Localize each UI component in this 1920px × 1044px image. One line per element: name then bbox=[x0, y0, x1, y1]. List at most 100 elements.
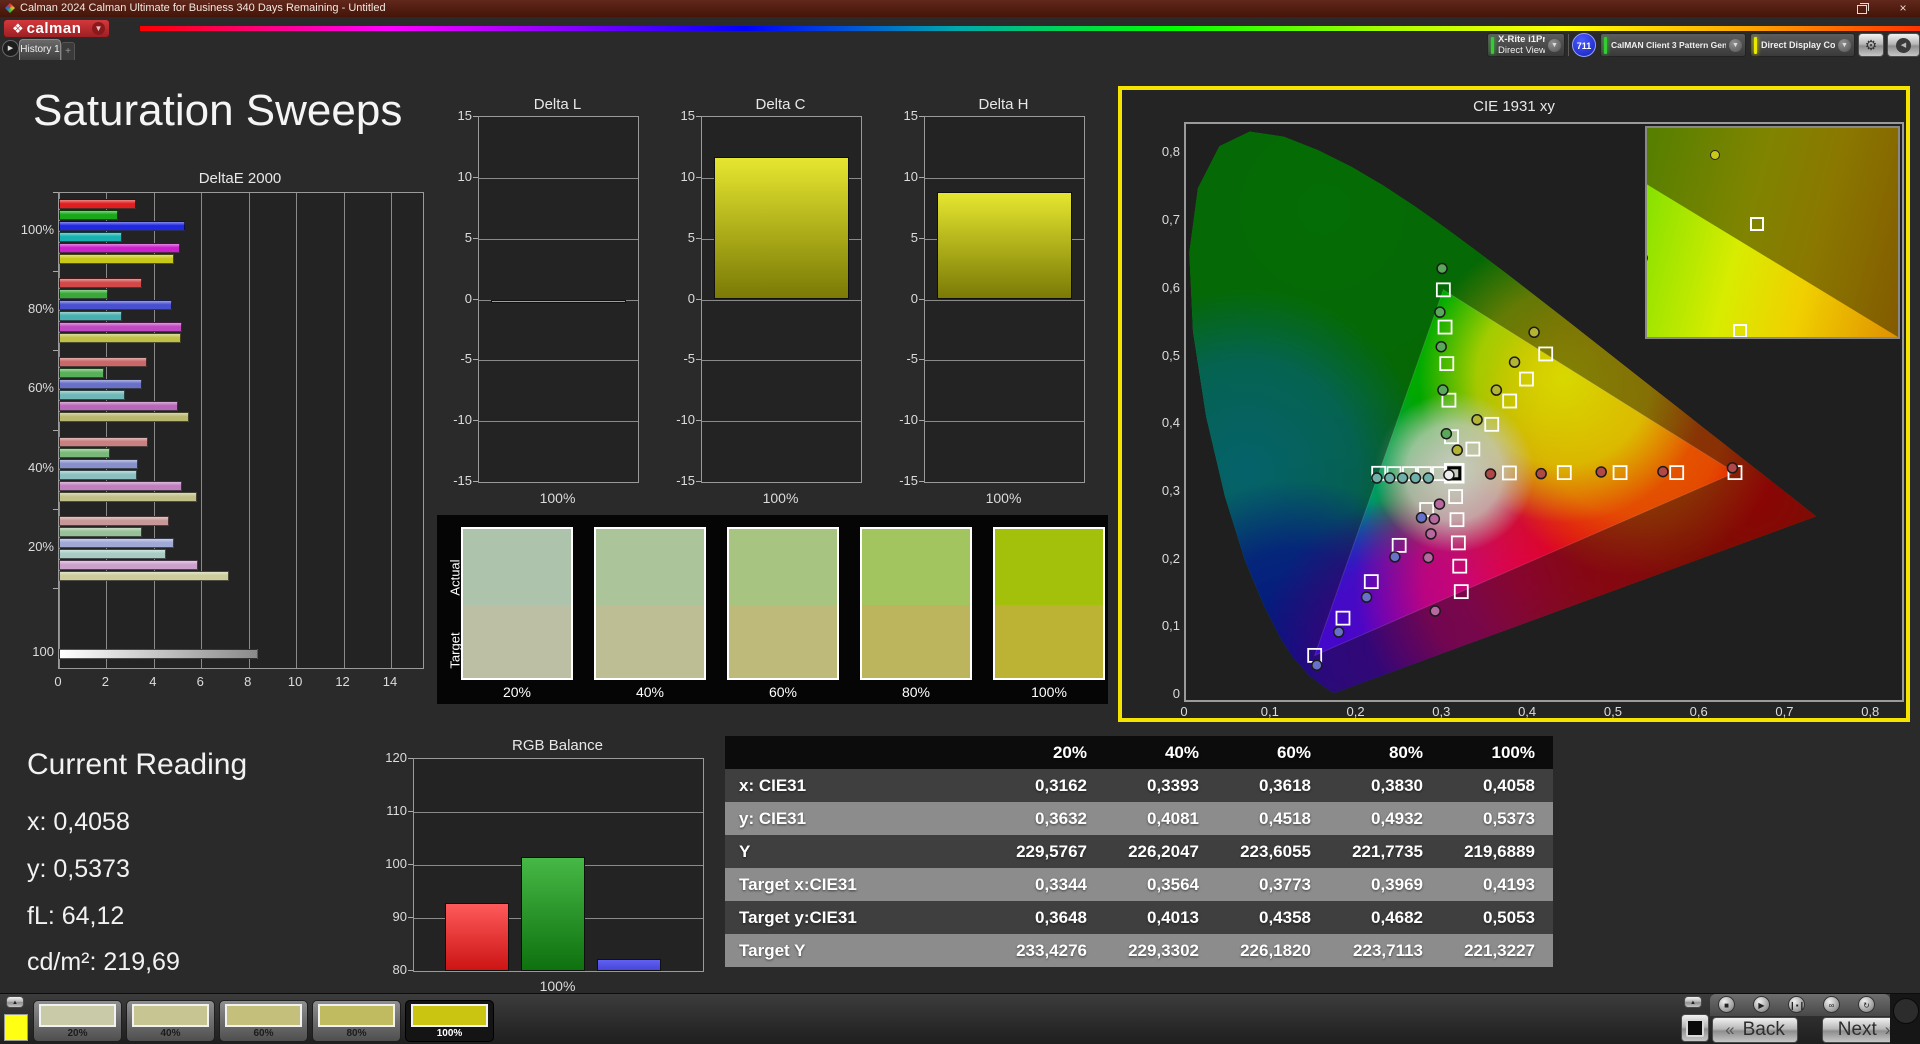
calman-menu-button[interactable]: ❖ calman ▼ bbox=[3, 19, 110, 38]
meter-dropdown[interactable]: X-Rite i1Pro 3 Direct View ▼ bbox=[1487, 33, 1565, 57]
expand-controls-button[interactable]: ▲ bbox=[1684, 996, 1702, 1008]
pattern-patch-100%[interactable]: 100% bbox=[405, 1000, 494, 1042]
swatch-cell bbox=[860, 527, 972, 680]
chevron-down-icon[interactable]: ▼ bbox=[1729, 39, 1742, 52]
tab-scroll-button[interactable]: ▶ bbox=[2, 40, 19, 57]
rgb-bar-green bbox=[521, 857, 585, 971]
rgb-bar-red bbox=[445, 903, 509, 971]
axis-tick bbox=[408, 970, 413, 971]
lch-y-tick: 5 bbox=[884, 230, 918, 245]
pattern-patch-40%[interactable]: 40% bbox=[126, 1000, 215, 1042]
gridline bbox=[925, 239, 1084, 240]
calman-app-window: Calman 2024 Calman Ultimate for Business… bbox=[0, 0, 1920, 1044]
refresh-icon: ↻ bbox=[1863, 1001, 1870, 1010]
patch-swatch bbox=[225, 1004, 302, 1027]
gridline bbox=[925, 300, 1084, 301]
restore-window-button[interactable] bbox=[1849, 1, 1875, 16]
lch-plot-area bbox=[924, 116, 1085, 483]
stop-measure-button[interactable]: ■ bbox=[1718, 996, 1735, 1013]
lch-x-label: 100% bbox=[478, 490, 637, 506]
add-tab-button[interactable]: + bbox=[61, 42, 75, 60]
pattern-patch-80%[interactable]: 80% bbox=[312, 1000, 401, 1042]
deltae-group-label: 20% bbox=[10, 539, 54, 554]
cie-inset-target-square bbox=[1750, 217, 1764, 231]
cie-y-tick: 0 bbox=[1150, 686, 1180, 701]
deltae-bar-magenta bbox=[59, 243, 180, 253]
chevron-down-icon[interactable]: ▼ bbox=[92, 22, 105, 35]
title-bar: Calman 2024 Calman Ultimate for Business… bbox=[0, 0, 1920, 17]
deltae-bar-magenta bbox=[59, 560, 198, 570]
patch-swatch bbox=[132, 1004, 209, 1027]
deltae-x-tick: 4 bbox=[141, 674, 165, 689]
lch-plot-area bbox=[478, 116, 639, 483]
axis-tick bbox=[919, 481, 924, 482]
pattern-patch-20%[interactable]: 20% bbox=[33, 1000, 122, 1042]
deltae-bar-cyan bbox=[59, 311, 122, 321]
table-value-cell: 226,1820 bbox=[1217, 934, 1329, 967]
cie-x-tick: 0,8 bbox=[1854, 704, 1886, 719]
deltae-x-tick: 12 bbox=[331, 674, 355, 689]
rgb-plot-area bbox=[413, 758, 704, 972]
chevron-down-icon[interactable]: ▼ bbox=[1548, 39, 1561, 52]
gridline bbox=[414, 865, 703, 866]
deltae-group-label: 60% bbox=[10, 380, 54, 395]
corner-knob[interactable] bbox=[1893, 998, 1919, 1024]
table-header-80%: 80% bbox=[1329, 736, 1441, 769]
cie-y-tick: 0,7 bbox=[1150, 212, 1180, 227]
deltae-bar-yellow bbox=[59, 333, 181, 343]
table-value-cell: 0,3393 bbox=[1105, 769, 1217, 802]
deltae-bar-red bbox=[59, 357, 147, 367]
saturation-data-table: 20%40%60%80%100%x: CIE310,31620,33930,36… bbox=[725, 736, 1553, 967]
gridline bbox=[106, 193, 107, 668]
pattern-patch-60%[interactable]: 60% bbox=[219, 1000, 308, 1042]
stop-pattern-button[interactable] bbox=[1681, 1014, 1709, 1042]
play-measure-button[interactable]: ▶ bbox=[1753, 996, 1770, 1013]
single-measure-button[interactable]: ❙▪❙ bbox=[1788, 996, 1805, 1013]
inset-gamut-shade bbox=[1647, 128, 1898, 337]
table-value-cell: 229,5767 bbox=[993, 835, 1105, 868]
continuous-measure-button[interactable]: ∞ bbox=[1823, 996, 1840, 1013]
close-window-button[interactable]: × bbox=[1890, 1, 1916, 16]
axis-tick bbox=[919, 116, 924, 117]
deltae-bar-red bbox=[59, 199, 136, 209]
axis-tick bbox=[53, 509, 58, 510]
lch-value-bar bbox=[491, 300, 626, 303]
settings-button[interactable]: ⚙ bbox=[1858, 33, 1884, 57]
cie-inset-measured-point bbox=[1710, 150, 1720, 160]
chevrons-left-icon: « bbox=[1725, 1020, 1734, 1040]
actual-swatch bbox=[995, 529, 1103, 605]
deltae-group-label: 40% bbox=[10, 460, 54, 475]
measure-controls-strip: ■ ▶ ❙▪❙ ∞ ↻ bbox=[1710, 994, 1890, 1016]
axis-tick bbox=[919, 177, 924, 178]
table-value-cell: 0,4358 bbox=[1217, 901, 1329, 934]
axis-tick bbox=[473, 177, 478, 178]
reading-cdm2: cd/m²: 219,69 bbox=[27, 948, 180, 977]
expand-patch-panel-button[interactable]: ▲ bbox=[6, 996, 24, 1008]
target-swatch bbox=[729, 605, 837, 678]
swatch-label: 20% bbox=[461, 684, 573, 700]
display-control-dropdown[interactable]: Direct Display Control ▼ bbox=[1750, 33, 1855, 57]
axis-tick bbox=[696, 420, 701, 421]
loop-measure-button[interactable]: ↻ bbox=[1858, 996, 1875, 1013]
back-button[interactable]: « Back bbox=[1712, 1017, 1798, 1043]
reading-x: x: 0,4058 bbox=[27, 808, 130, 837]
deltae-bar-cyan bbox=[59, 232, 122, 242]
table-value-cell: 221,7735 bbox=[1329, 835, 1441, 868]
meter-count-badge[interactable]: 711 bbox=[1572, 33, 1596, 57]
table-value-cell: 226,2047 bbox=[1105, 835, 1217, 868]
back-label: Back bbox=[1743, 1019, 1785, 1041]
swatch-cell bbox=[461, 527, 573, 680]
table-value-cell: 233,4276 bbox=[993, 934, 1105, 967]
tab-history-1[interactable]: History 1 bbox=[19, 39, 61, 60]
axis-tick bbox=[696, 359, 701, 360]
swatch-label: 80% bbox=[860, 684, 972, 700]
table-value-cell: 0,3618 bbox=[1217, 769, 1329, 802]
collapse-panel-button[interactable]: ◀ bbox=[1887, 33, 1920, 57]
table-header-40%: 40% bbox=[1105, 736, 1217, 769]
axis-tick bbox=[473, 420, 478, 421]
deltae-group-label: 100% bbox=[10, 222, 54, 237]
chevron-down-icon[interactable]: ▼ bbox=[1838, 39, 1851, 52]
pattern-generator-dropdown[interactable]: CalMAN Client 3 Pattern Generator ▼ bbox=[1600, 33, 1746, 57]
actual-swatch bbox=[862, 529, 970, 605]
swatch-compare-strip: ActualTarget20%40%60%80%100% bbox=[437, 515, 1108, 704]
